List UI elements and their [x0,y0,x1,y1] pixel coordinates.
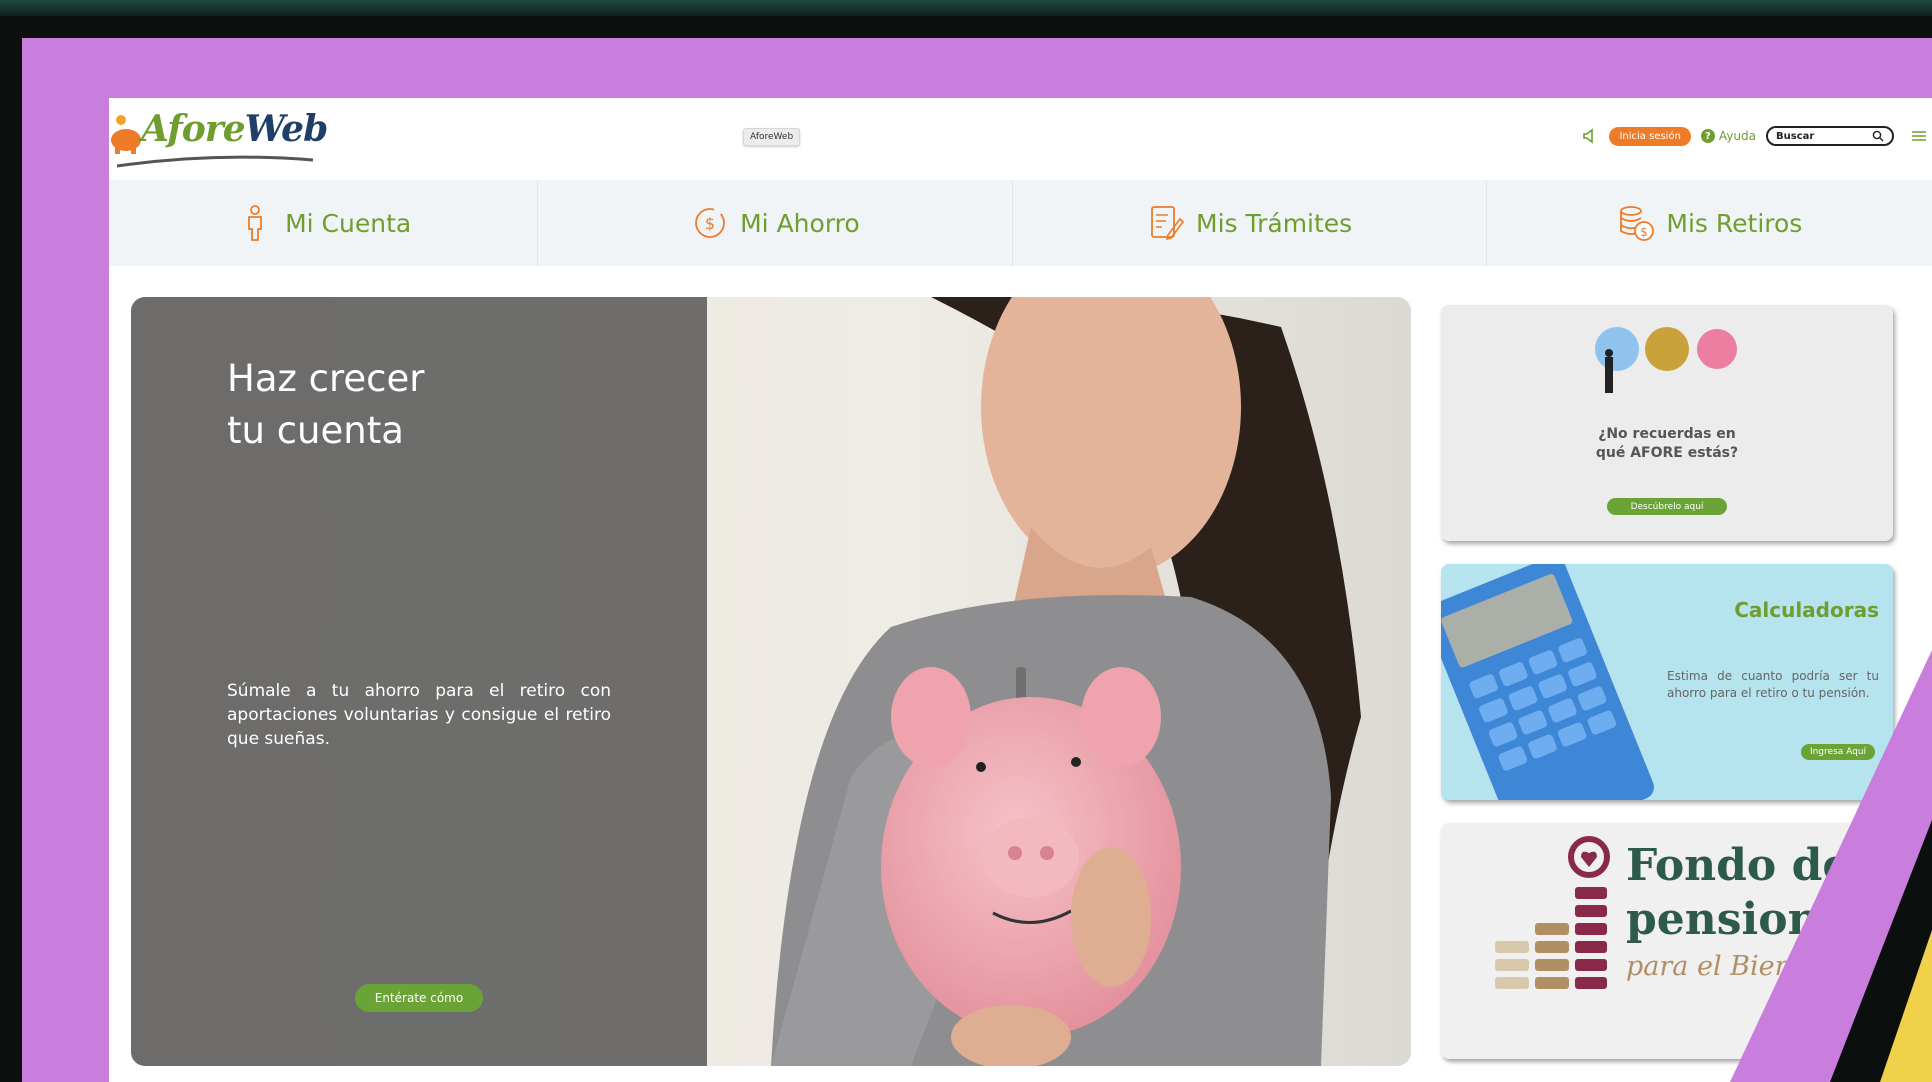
speaker-icon[interactable] [1581,127,1599,145]
calculators-description: Estima de cuanto podría ser tu ahorro pa… [1667,669,1879,700]
piggy-banks-illustration [1595,327,1737,393]
hero-text-panel: Haz crecer tu cuenta Súmale a tu ahorro … [131,297,707,1066]
logo-text-afore: Afore [141,108,246,150]
svg-text:$: $ [705,214,715,233]
hero-description: Súmale a tu ahorro para el retiro con ap… [227,681,611,749]
help-link[interactable]: ? Ayuda [1700,129,1756,143]
document-edit-icon [1151,206,1185,241]
person-icon [248,205,262,241]
nav-label-mi-ahorro: Mi Ahorro [740,208,860,238]
header-actions: Inicia sesión ? Ayuda Buscar [1581,124,1932,148]
hero-banner: Haz crecer tu cuenta Súmale a tu ahorro … [131,297,1411,1066]
browser-page: AforeWeb AforeWeb Inicia sesión ? Ayuda … [109,98,1932,1082]
logo-text-web: Web [244,108,329,150]
fondo-line-2: pensiones [1626,894,1873,945]
nav-mis-tramites[interactable]: Mis Trámites [1013,180,1487,266]
login-button[interactable]: Inicia sesión [1609,126,1691,146]
main-nav: Mi Cuenta $ Mi Ahorro Mis Trámites $ Mis… [109,180,1932,266]
nav-label-mi-cuenta: Mi Cuenta [285,208,412,238]
site-name-chip: AforeWeb [743,128,801,146]
piggy-logo-icon [111,115,141,154]
discover-here-button[interactable]: Descúbrelo aquí [1607,498,1727,515]
learn-how-button[interactable]: Entérate cómo [355,984,483,1012]
coins-icon: $ [1620,206,1655,241]
search-placeholder: Buscar [1776,130,1815,142]
nav-mis-retiros[interactable]: $ Mis Retiros [1487,180,1932,266]
nav-label-mis-tramites: Mis Trámites [1196,208,1353,238]
nav-mi-cuenta[interactable]: Mi Cuenta [109,180,539,266]
svg-text:$: $ [1641,225,1649,239]
calculators-title: Calculadoras [1734,598,1879,622]
nav-mi-ahorro[interactable]: $ Mi Ahorro [538,180,1013,266]
search-input[interactable]: Buscar [1766,126,1894,146]
aforeweb-logo[interactable]: AforeWeb [109,102,328,170]
fondo-pensiones-card[interactable]: Fondo de pensiones para el Bienestar [1441,823,1893,1059]
calculators-card[interactable]: Calculadoras Estima de cuanto podría ser… [1441,564,1893,800]
hamburger-menu-icon[interactable] [1912,130,1926,142]
logo-wordmark: AforeWeb [141,108,329,150]
calculator-illustration [1441,564,1654,800]
find-afore-card[interactable]: ¿No recuerdas en qué AFORE estás? Descúb… [1441,305,1893,541]
logo-swoosh [116,155,314,168]
dollar-cycle-icon: $ [695,208,726,238]
screen-top-band [0,0,1932,16]
fondo-pensiones-logo-icon [1495,836,1610,989]
fondo-line-3: para el Bienestar [1626,951,1862,982]
hero-title: Haz crecer tu cuenta [227,357,425,452]
search-icon[interactable] [1872,130,1884,142]
find-afore-question: ¿No recuerdas en qué AFORE estás? [1595,426,1739,461]
fondo-line-1: Fondo de [1626,840,1851,891]
nav-label-mis-retiros: Mis Retiros [1666,208,1803,238]
help-label: Ayuda [1718,129,1756,143]
site-header: AforeWeb AforeWeb Inicia sesión ? Ayuda … [109,98,1932,180]
enter-here-button[interactable]: Ingresa Aquí [1801,744,1875,760]
help-icon: ? [1700,129,1715,143]
